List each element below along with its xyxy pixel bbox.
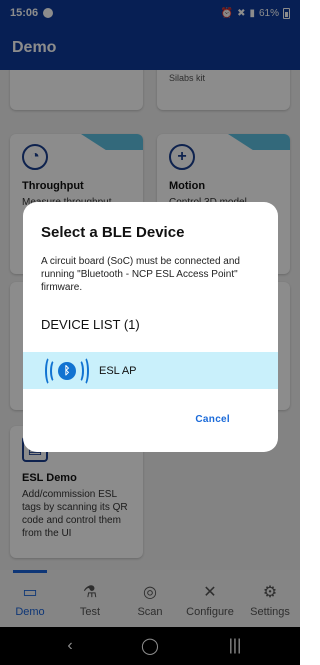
device-list-header: DEVICE LIST (1) — [41, 317, 140, 332]
dialog-message: A circuit board (SoC) must be connected … — [41, 256, 240, 293]
cancel-button[interactable]: Cancel — [195, 414, 230, 425]
bluetooth-icon: ᛒ — [45, 355, 89, 386]
dialog-title: Select a BLE Device — [41, 224, 185, 241]
device-list-item[interactable]: ᛒ ESL AP — [23, 352, 278, 389]
select-ble-device-dialog: Select a BLE Device A circuit board (SoC… — [23, 202, 278, 452]
device-name: ESL AP — [99, 364, 137, 377]
